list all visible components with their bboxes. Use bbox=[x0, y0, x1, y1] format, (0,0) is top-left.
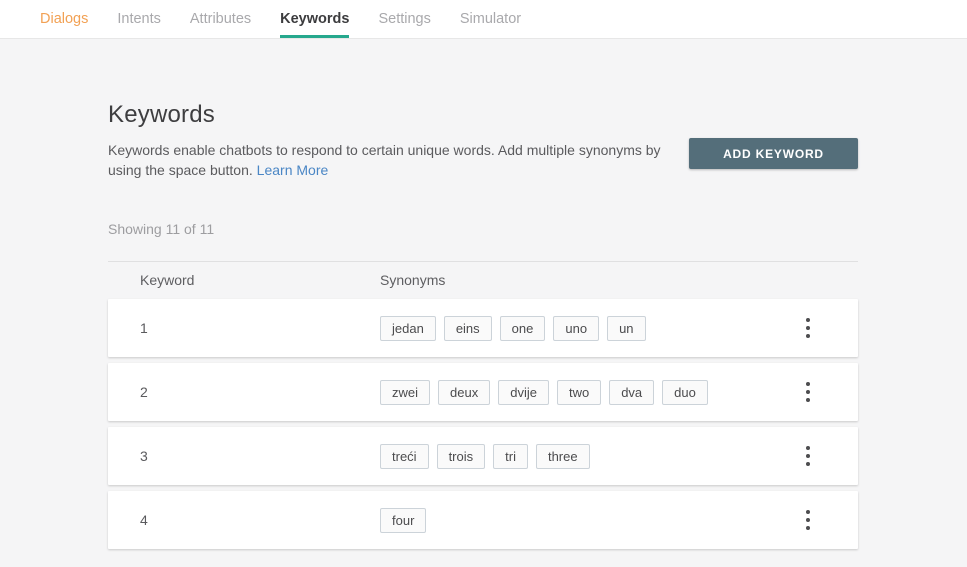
table-row: 2 zwei deux dvije two dva duo bbox=[108, 363, 858, 421]
keyword-cell: 4 bbox=[140, 512, 148, 528]
synonym-chip[interactable]: jedan bbox=[380, 315, 436, 341]
tab-intents[interactable]: Intents bbox=[117, 0, 161, 38]
row-menu bbox=[802, 314, 858, 342]
tab-attributes[interactable]: Attributes bbox=[190, 0, 251, 38]
add-keyword-button[interactable]: ADD KEYWORD bbox=[689, 138, 858, 169]
keyword-cell: 1 bbox=[140, 320, 148, 336]
synonym-chip[interactable]: trois bbox=[436, 443, 486, 469]
top-nav: Dialogs Intents Attributes Keywords Settings… bbox=[0, 0, 967, 39]
synonyms-cell: four bbox=[380, 507, 710, 533]
synonym-chip[interactable]: zwei bbox=[380, 379, 431, 405]
table-header: Keyword Synonyms bbox=[108, 261, 858, 299]
table-row: 4 four bbox=[108, 491, 858, 549]
row-menu bbox=[802, 506, 858, 534]
kebab-menu-icon[interactable] bbox=[802, 378, 814, 406]
showing-count: Showing 11 of 11 bbox=[108, 221, 215, 237]
page-description: Keywords enable chatbots to respond to c… bbox=[108, 140, 683, 180]
synonym-chip[interactable]: eins bbox=[443, 315, 492, 341]
page-description-text: Keywords enable chatbots to respond to c… bbox=[108, 142, 661, 178]
keywords-table-body: 1 jedan eins one uno un 2 zwei deux dvije two dv… bbox=[108, 299, 858, 549]
synonym-chip[interactable]: dvije bbox=[498, 379, 549, 405]
synonym-chip[interactable]: un bbox=[607, 315, 646, 341]
kebab-menu-icon[interactable] bbox=[802, 314, 814, 342]
synonym-chip[interactable]: four bbox=[380, 507, 427, 533]
synonym-chip[interactable]: uno bbox=[553, 315, 600, 341]
synonym-chip[interactable]: three bbox=[535, 443, 590, 469]
column-header-keyword: Keyword bbox=[140, 272, 195, 288]
synonyms-cell: jedan eins one uno un bbox=[380, 315, 710, 341]
column-header-synonyms: Synonyms bbox=[380, 272, 446, 288]
keywords-page: Keywords Keywords enable chatbots to res… bbox=[108, 39, 858, 549]
page-header: Keywords Keywords enable chatbots to res… bbox=[108, 39, 858, 180]
synonym-chip[interactable]: deux bbox=[438, 379, 491, 405]
tab-simulator[interactable]: Simulator bbox=[460, 0, 521, 38]
kebab-menu-icon[interactable] bbox=[802, 442, 814, 470]
tab-keywords[interactable]: Keywords bbox=[280, 0, 350, 38]
row-menu bbox=[802, 378, 858, 406]
keyword-cell: 3 bbox=[140, 448, 148, 464]
synonyms-cell: treći trois tri three bbox=[380, 443, 710, 469]
synonym-chip[interactable]: tri bbox=[493, 443, 528, 469]
synonym-chip[interactable]: duo bbox=[662, 379, 708, 405]
table-row: 1 jedan eins one uno un bbox=[108, 299, 858, 357]
synonym-chip[interactable]: two bbox=[556, 379, 602, 405]
synonym-chip[interactable]: one bbox=[499, 315, 546, 341]
learn-more-link[interactable]: Learn More bbox=[257, 162, 329, 178]
tab-settings[interactable]: Settings bbox=[378, 0, 430, 38]
row-menu bbox=[802, 442, 858, 470]
synonym-chip[interactable]: dva bbox=[609, 379, 655, 405]
page-title: Keywords bbox=[108, 101, 215, 128]
keyword-cell: 2 bbox=[140, 384, 148, 400]
table-row: 3 treći trois tri three bbox=[108, 427, 858, 485]
synonym-chip[interactable]: treći bbox=[380, 443, 429, 469]
kebab-menu-icon[interactable] bbox=[802, 506, 814, 534]
synonyms-cell: zwei deux dvije two dva duo bbox=[380, 379, 710, 405]
tab-dialogs[interactable]: Dialogs bbox=[40, 0, 88, 38]
